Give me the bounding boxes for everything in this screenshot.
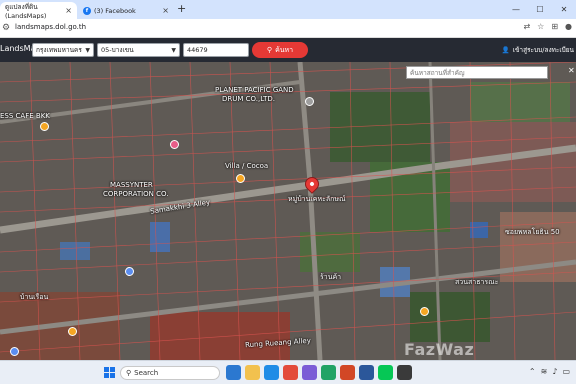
facebook-icon: f <box>83 6 91 15</box>
login-label: เข้าสู่ระบบ/ลงทะเบียน <box>512 46 574 54</box>
search-button-label: ค้นหา <box>275 45 294 54</box>
close-window-button[interactable]: ✕ <box>552 0 576 19</box>
minimize-button[interactable]: — <box>504 0 528 19</box>
edge-icon[interactable] <box>264 365 279 380</box>
tray-overflow-icon[interactable]: ⌃ <box>529 367 536 376</box>
taskview-icon[interactable] <box>226 365 241 380</box>
tab-facebook[interactable]: f (3) Facebook × <box>78 2 174 19</box>
province-select[interactable]: กรุงเทพมหานคร ▼ <box>32 43 94 57</box>
excel-icon[interactable] <box>321 365 336 380</box>
maximize-button[interactable]: ☐ <box>528 0 552 19</box>
district-value: 05-บางเขน <box>101 46 134 54</box>
place-poi-icon[interactable] <box>170 140 179 149</box>
chevron-down-icon: ▼ <box>171 46 176 54</box>
user-icon: 👤 <box>501 46 510 54</box>
browser-tab-strip: ดูแปลงที่ดิน (LandsMaps) × f (3) Faceboo… <box>0 0 576 20</box>
province-value: กรุงเทพมหานคร <box>36 46 82 54</box>
shop-poi-icon[interactable] <box>236 174 245 183</box>
file-explorer-icon[interactable] <box>245 365 260 380</box>
search-button[interactable]: ⚲ ค้นหา <box>252 42 308 58</box>
search-icon: ⚲ <box>126 369 132 377</box>
tab-close-icon[interactable]: × <box>162 6 169 15</box>
url-field[interactable]: landsmaps.dol.go.th <box>15 23 86 31</box>
cafe-poi-icon[interactable] <box>40 122 49 131</box>
parcel-number-value: 44679 <box>187 46 208 54</box>
teams-icon[interactable] <box>302 365 317 380</box>
label-drum-co: DRUM CO.,LTD. <box>222 95 276 103</box>
tab-close-icon[interactable]: × <box>65 6 72 15</box>
chrome-icon[interactable] <box>283 365 298 380</box>
label-homes: บ้านเรือน <box>20 293 49 301</box>
map-imagery <box>0 62 576 360</box>
taskbar-apps <box>226 365 412 380</box>
building-poi-icon[interactable] <box>125 267 134 276</box>
label-planet-pacific: PLANET PACIFIC GAND <box>215 86 294 94</box>
factory-poi-icon[interactable] <box>305 97 314 106</box>
app-icon[interactable] <box>397 365 412 380</box>
profile-icon[interactable]: ● <box>565 22 572 31</box>
windows-start-icon[interactable] <box>104 367 115 378</box>
parcel-number-input[interactable]: 44679 <box>183 43 249 57</box>
window-controls: — ☐ ✕ <box>504 0 576 19</box>
line-icon[interactable] <box>378 365 393 380</box>
label-corporation: CORPORATION CO. <box>103 190 169 198</box>
landmark-search-input[interactable]: ค้นหาสถานที่สำคัญ <box>406 66 548 79</box>
label-shop: ร้านค้า <box>320 273 342 281</box>
login-link[interactable]: 👤 เข้าสู่ระบบ/ลงทะเบียน <box>502 45 574 55</box>
address-bar-row: ⚙ landsmaps.dol.go.th ⇄ ☆ ⊞ ● <box>0 19 576 38</box>
label-cafe: ESS CAFE BKK <box>0 112 50 120</box>
label-park: สวนสาธารณะ <box>455 278 499 286</box>
site-header: LandsMaps กรุงเทพมหานคร ▼ 05-บางเขน ▼ 44… <box>0 38 576 62</box>
wifi-icon[interactable]: ≋ <box>541 367 548 376</box>
school-poi-icon[interactable] <box>10 347 19 356</box>
taskbar-search[interactable]: ⚲ Search <box>120 366 220 380</box>
label-soi: ซอยพหลโยธิน 50 <box>505 228 560 236</box>
bookmark-star-icon[interactable]: ☆ <box>537 22 544 31</box>
label-massynter: MASSYNTER <box>110 181 153 189</box>
search-icon: ⚲ <box>266 46 273 54</box>
volume-icon[interactable]: ♪ <box>552 367 557 376</box>
chevron-down-icon: ▼ <box>85 46 90 54</box>
new-tab-button[interactable]: + <box>177 2 186 15</box>
translate-icon[interactable]: ⇄ <box>523 22 530 31</box>
close-icon[interactable]: ✕ <box>568 66 575 75</box>
label-villa: Villa / Cocoa <box>225 162 269 170</box>
system-tray: ⌃ ≋ ♪ ▭ <box>529 367 570 376</box>
extensions-icon[interactable]: ⊞ <box>551 22 558 31</box>
battery-icon[interactable]: ▭ <box>562 367 570 376</box>
address-bar-actions: ⇄ ☆ ⊞ ● <box>523 22 572 31</box>
food-poi-icon[interactable] <box>68 327 77 336</box>
site-info-icon[interactable]: ⚙ <box>2 23 10 33</box>
watermark: FazWaz <box>404 340 475 359</box>
tab-label: ดูแปลงที่ดิน (LandsMaps) <box>5 2 47 20</box>
district-select[interactable]: 05-บางเขน ▼ <box>97 43 180 57</box>
tab-landsmaps[interactable]: ดูแปลงที่ดิน (LandsMaps) × <box>0 2 77 20</box>
label-village-center: หมู่บ้านเคหะลักษณ์ <box>288 195 346 203</box>
word-icon[interactable] <box>359 365 374 380</box>
taskbar: ⚲ Search ⌃ ≋ ♪ ▭ <box>0 360 576 384</box>
taskbar-search-label: Search <box>134 369 159 377</box>
tab-label: (3) Facebook <box>94 6 136 15</box>
powerpoint-icon[interactable] <box>340 365 355 380</box>
satellite-map[interactable]: PLANET PACIFIC GAND DRUM CO.,LTD. ESS CA… <box>0 62 576 360</box>
store-poi-icon[interactable] <box>420 307 429 316</box>
